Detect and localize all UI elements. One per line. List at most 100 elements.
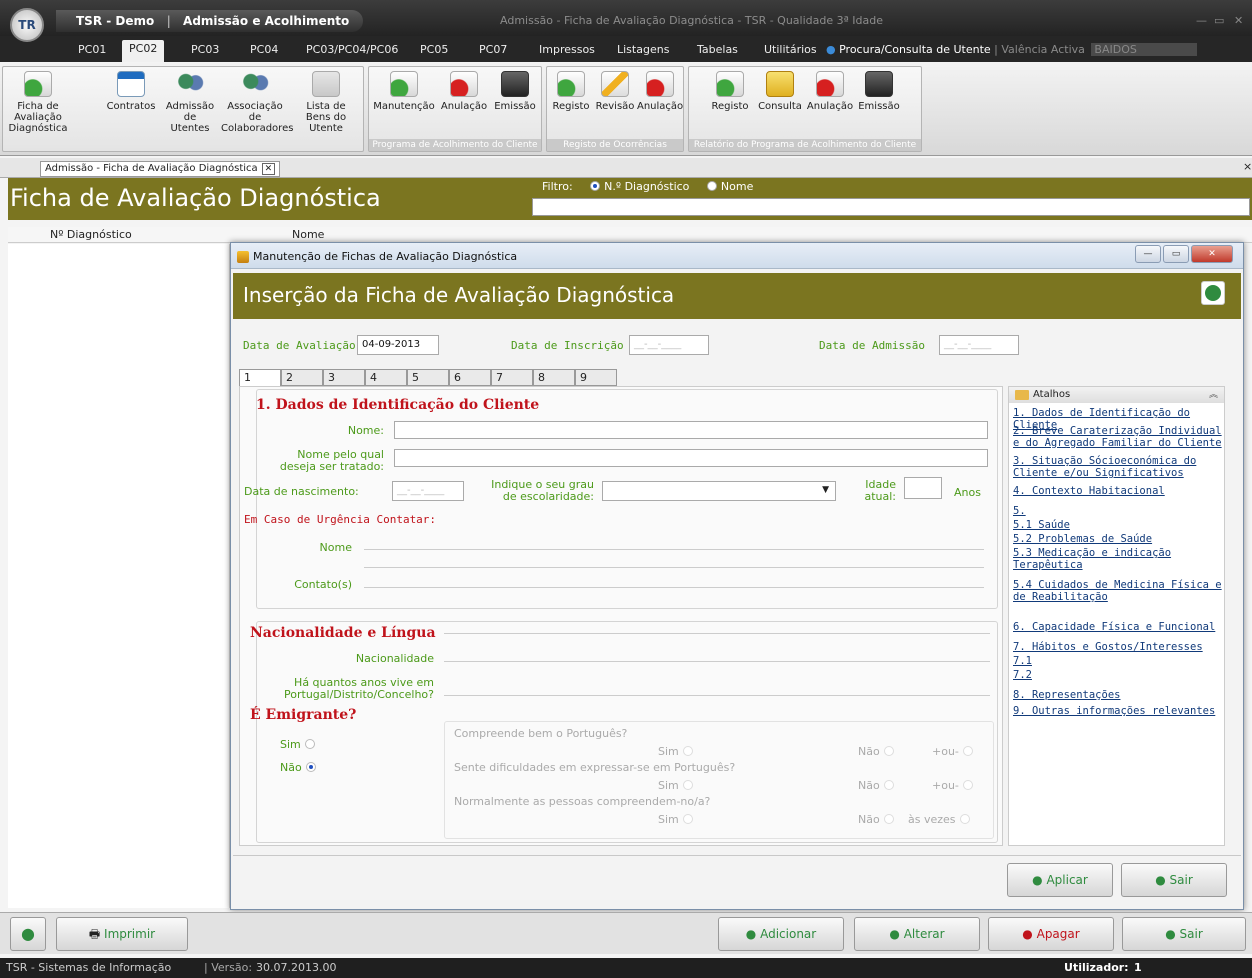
anulacao-button[interactable]: Anulação — [439, 71, 489, 112]
data-inscricao-input[interactable]: __-__-____ — [629, 335, 709, 355]
tab-4[interactable]: 4 — [365, 369, 407, 386]
close-tab-icon[interactable]: ✕ — [261, 163, 276, 175]
lista-bens-button[interactable]: Lista de Bens do Utente — [297, 71, 355, 134]
emigrante-sim-radio[interactable] — [304, 739, 315, 749]
tab-1[interactable]: 1 — [239, 369, 281, 387]
escolaridade-select[interactable]: ▼ — [602, 481, 836, 501]
alterar-button[interactable]: ● Alterar — [854, 917, 980, 951]
urg-contato-input[interactable] — [364, 587, 984, 588]
shortcuts-header[interactable]: Atalhos ︽ — [1009, 387, 1224, 403]
data-avaliacao-input[interactable]: 04-09-2013 — [357, 335, 439, 355]
tab-pc01[interactable]: PC01 — [78, 43, 106, 56]
apagar-button[interactable]: ● Apagar — [988, 917, 1114, 951]
q1-mais-ou-menos[interactable]: +ou- — [932, 745, 973, 758]
shortcut-3[interactable]: 3. Situação Sócioeconómica do Cliente e/… — [1013, 455, 1223, 479]
anulacao-relatorio-button[interactable]: Anulação — [805, 71, 855, 112]
binoculars-icon[interactable] — [1201, 281, 1225, 305]
q2-nao[interactable]: Não — [858, 779, 894, 792]
shortcut-6[interactable]: 6. Capacidade Física e Funcional — [1013, 621, 1223, 633]
revisao-button[interactable]: Revisão — [593, 71, 637, 112]
shortcut-5-3[interactable]: 5.3 Medicação e indicação Terapêutica — [1013, 547, 1223, 571]
filter-radio-nome[interactable] — [706, 181, 717, 191]
emissao-relatorio-button[interactable]: Emissão — [855, 71, 903, 112]
collapse-icon[interactable]: ︽ — [1209, 387, 1218, 403]
q1-mais-ou-menos-radio[interactable] — [962, 746, 973, 756]
shortcut-9[interactable]: 9. Outras informações relevantes — [1013, 705, 1223, 717]
q3-nao-radio[interactable] — [883, 814, 894, 824]
shortcut-5[interactable]: 5. — [1013, 505, 1223, 517]
shortcut-7-2[interactable]: 7.2 — [1013, 669, 1223, 681]
ha-quantos-input[interactable] — [444, 695, 990, 696]
close-panel-icon[interactable]: × — [1243, 160, 1252, 173]
tab-8[interactable]: 8 — [533, 369, 575, 386]
tab-5[interactable]: 5 — [407, 369, 449, 386]
nome-tratado-input[interactable] — [394, 449, 988, 467]
q3-sim[interactable]: Sim — [658, 813, 693, 826]
tab-pc03-pc04-pc06[interactable]: PC03/PC04/PC06 — [306, 43, 398, 56]
q3-as-vezes[interactable]: às vezes — [908, 813, 970, 826]
idade-input[interactable] — [904, 477, 942, 499]
data-admissao-input[interactable]: __-__-____ — [939, 335, 1019, 355]
emigrante-sim-option[interactable]: Sim — [280, 739, 315, 751]
anulacao-ocorrencia-button[interactable]: Anulação — [637, 71, 683, 112]
q3-sim-radio[interactable] — [682, 814, 693, 824]
close-icon[interactable]: ✕ — [1234, 14, 1243, 27]
tab-pc04[interactable]: PC04 — [250, 43, 278, 56]
tab-7[interactable]: 7 — [491, 369, 533, 386]
dialog-maximize-icon[interactable]: ▭ — [1163, 245, 1189, 263]
tab-tabelas[interactable]: Tabelas — [697, 43, 738, 56]
contratos-button[interactable]: Contratos — [105, 71, 157, 112]
dialog-close-icon[interactable]: ✕ — [1191, 245, 1233, 263]
app-logo[interactable]: TR — [10, 8, 44, 42]
aplicar-button[interactable]: ● Aplicar — [1007, 863, 1113, 897]
associacao-colaboradores-button[interactable]: Associação de Colaboradores — [221, 71, 293, 134]
shortcut-5-1[interactable]: 5.1 Saúde — [1013, 519, 1223, 531]
urg-nome-input[interactable] — [364, 549, 984, 550]
tab-listagens[interactable]: Listagens — [617, 43, 669, 56]
shortcut-5-2[interactable]: 5.2 Problemas de Saúde — [1013, 533, 1223, 545]
filter-radio-diagnostico[interactable] — [590, 181, 601, 191]
filter-input[interactable] — [532, 198, 1250, 216]
document-tab[interactable]: Admissão - Ficha de Avaliação Diagnóstic… — [40, 161, 281, 177]
tab-utilitarios[interactable]: Utilitários — [764, 43, 817, 56]
q2-nao-radio[interactable] — [883, 780, 894, 790]
consulta-button[interactable]: Consulta — [755, 71, 805, 112]
manutencao-button[interactable]: Manutenção — [373, 71, 435, 112]
tab-pc05[interactable]: PC05 — [420, 43, 448, 56]
tab-impressos[interactable]: Impressos — [539, 43, 595, 56]
tab-pc02[interactable]: PC02 — [122, 40, 165, 62]
tab-pc03[interactable]: PC03 — [191, 43, 219, 56]
nome-input[interactable] — [394, 421, 988, 439]
grid-body[interactable] — [8, 244, 230, 908]
admissao-utentes-button[interactable]: Admissão de Utentes — [165, 71, 215, 134]
maximize-icon[interactable]: ▭ — [1214, 14, 1224, 27]
emigrante-nao-radio[interactable] — [305, 762, 316, 772]
imprimir-button[interactable]: 🖶 Imprimir — [56, 917, 188, 951]
tab-9[interactable]: 9 — [575, 369, 617, 386]
ficha-avaliacao-button[interactable]: Ficha de Avaliação Diagnóstica — [3, 71, 73, 134]
col-nome[interactable]: Nome — [292, 228, 324, 241]
registo-relatorio-button[interactable]: Registo — [707, 71, 753, 112]
adicionar-button[interactable]: ● Adicionar — [718, 917, 844, 951]
q3-as-vezes-radio[interactable] — [959, 814, 970, 824]
q1-nao-radio[interactable] — [883, 746, 894, 756]
shortcut-4[interactable]: 4. Contexto Habitacional — [1013, 485, 1223, 497]
col-n-diagnostico[interactable]: Nº Diagnóstico — [50, 228, 132, 241]
tab-procura-utente[interactable]: ● Procura/Consulta de Utente | Valência … — [826, 43, 1197, 56]
nacionalidade-input[interactable] — [444, 661, 990, 662]
dialog-sair-button[interactable]: ● Sair — [1121, 863, 1227, 897]
q2-sim[interactable]: Sim — [658, 779, 693, 792]
tab-2[interactable]: 2 — [281, 369, 323, 386]
tab-6[interactable]: 6 — [449, 369, 491, 386]
tab-pc07[interactable]: PC07 — [479, 43, 507, 56]
shortcut-7-1[interactable]: 7.1 — [1013, 655, 1223, 667]
dialog-minimize-icon[interactable]: — — [1135, 245, 1161, 263]
sair-button[interactable]: ● Sair — [1122, 917, 1246, 951]
tab-3[interactable]: 3 — [323, 369, 365, 386]
nascimento-input[interactable]: __-__-____ — [392, 481, 464, 501]
q2-mais-ou-menos-radio[interactable] — [962, 780, 973, 790]
emissao-button[interactable]: Emissão — [491, 71, 539, 112]
q1-sim-radio[interactable] — [682, 746, 693, 756]
q2-sim-radio[interactable] — [682, 780, 693, 790]
q1-nao[interactable]: Não — [858, 745, 894, 758]
